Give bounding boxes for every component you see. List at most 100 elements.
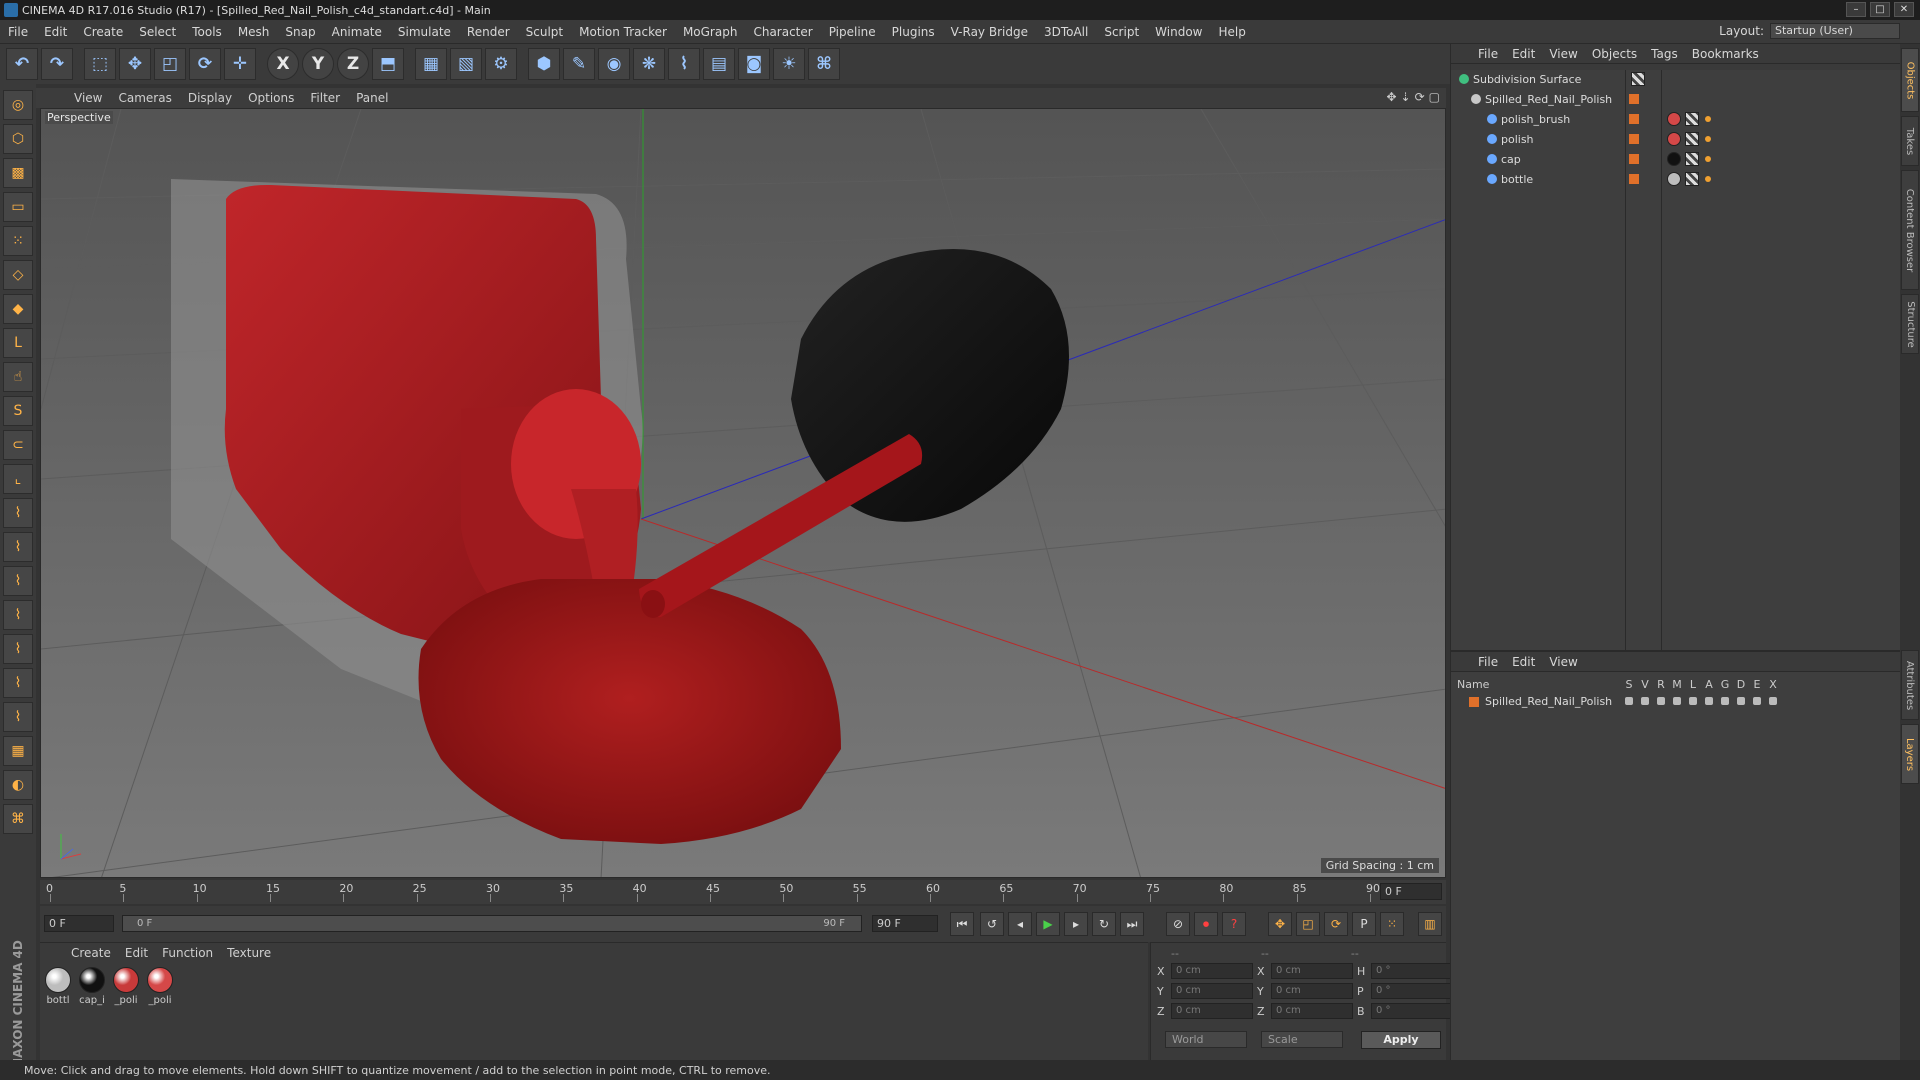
- layer-toggle-icon[interactable]: [1625, 697, 1633, 705]
- brush-tool-6-icon[interactable]: ⌇: [3, 668, 33, 698]
- object-menu-tags[interactable]: Tags: [1644, 47, 1685, 61]
- live-selection-icon[interactable]: ⬚: [84, 48, 116, 80]
- floor-scene-icon[interactable]: ▤: [703, 48, 735, 80]
- object-row[interactable]: cap: [1451, 150, 1901, 168]
- scale-tool-icon[interactable]: ◰: [154, 48, 186, 80]
- material-item[interactable]: _poli: [146, 967, 174, 1006]
- brush-tool-5-icon[interactable]: ⌇: [3, 634, 33, 664]
- render-view-icon[interactable]: ▦: [415, 48, 447, 80]
- menu-character[interactable]: Character: [745, 25, 820, 39]
- layer-menu-view[interactable]: View: [1542, 655, 1584, 669]
- coordinate-system-icon[interactable]: ⬒: [372, 48, 404, 80]
- layer-color-icon[interactable]: [1629, 134, 1639, 144]
- coords-value-field[interactable]: 0 cm: [1271, 1003, 1353, 1019]
- coords-value-field[interactable]: 0 cm: [1271, 963, 1353, 979]
- side-tab-structure[interactable]: Structure: [1901, 294, 1919, 354]
- menu-script[interactable]: Script: [1096, 25, 1147, 39]
- close-icon[interactable]: ✕: [1894, 2, 1914, 17]
- rotate-tool-icon[interactable]: ⟳: [189, 48, 221, 80]
- menu-mesh[interactable]: Mesh: [230, 25, 278, 39]
- phong-tag-icon[interactable]: [1705, 156, 1711, 162]
- menu-edit[interactable]: Edit: [36, 25, 75, 39]
- pan-icon[interactable]: ✥: [1386, 90, 1396, 104]
- material-item[interactable]: _poli: [112, 967, 140, 1006]
- max-frame-field[interactable]: 90 F: [872, 915, 938, 932]
- x-axis-lock-button[interactable]: X: [267, 48, 299, 80]
- layer-color-icon[interactable]: [1629, 114, 1639, 124]
- texture-tag-icon[interactable]: [1685, 112, 1699, 126]
- material-item[interactable]: cap_i: [78, 967, 106, 1006]
- menu-render[interactable]: Render: [459, 25, 518, 39]
- coords-value-field[interactable]: 0 cm: [1171, 983, 1253, 999]
- layer-toggle-icon[interactable]: [1689, 697, 1697, 705]
- menu-help[interactable]: Help: [1210, 25, 1253, 39]
- layer-menu-file[interactable]: File: [1471, 655, 1505, 669]
- brush-tool-3-icon[interactable]: ⌇: [3, 566, 33, 596]
- menu-sculpt[interactable]: Sculpt: [518, 25, 571, 39]
- material-tag-icon[interactable]: [1667, 152, 1681, 166]
- viewport-camera-label[interactable]: Perspective: [45, 111, 113, 124]
- key-scale-icon[interactable]: ◰: [1296, 912, 1320, 936]
- brush-tool-2-icon[interactable]: ⌇: [3, 532, 33, 562]
- size-mode-dropdown[interactable]: Scale: [1261, 1031, 1343, 1048]
- current-frame-field[interactable]: 0 F: [1380, 883, 1442, 900]
- viewport-menu-display[interactable]: Display: [180, 91, 240, 105]
- coords-value-field[interactable]: 0 cm: [1171, 1003, 1253, 1019]
- object-menu-bookmarks[interactable]: Bookmarks: [1685, 47, 1766, 61]
- spline-pen-icon[interactable]: ✎: [563, 48, 595, 80]
- key-rotation-icon[interactable]: ⟳: [1324, 912, 1348, 936]
- render-settings-icon[interactable]: ⚙: [485, 48, 517, 80]
- layer-toggle-icon[interactable]: [1641, 697, 1649, 705]
- coords-value-field[interactable]: 0 °: [1371, 963, 1453, 979]
- z-axis-lock-button[interactable]: Z: [337, 48, 369, 80]
- layer-toggle-icon[interactable]: [1737, 697, 1745, 705]
- layer-color-swatch[interactable]: [1469, 697, 1479, 707]
- layer-color-icon[interactable]: [1629, 94, 1639, 104]
- material-tag-icon[interactable]: [1667, 132, 1681, 146]
- play-icon[interactable]: ▶: [1036, 912, 1060, 936]
- object-menu-edit[interactable]: Edit: [1505, 47, 1542, 61]
- grid-snap-icon[interactable]: ▦: [3, 736, 33, 766]
- apply-button[interactable]: Apply: [1361, 1031, 1441, 1049]
- side-tab-takes[interactable]: Takes: [1901, 116, 1919, 166]
- material-tag-icon[interactable]: [1667, 112, 1681, 126]
- layer-toggle-icon[interactable]: [1721, 697, 1729, 705]
- render-picture-viewer-icon[interactable]: ▧: [450, 48, 482, 80]
- light-icon[interactable]: ☀: [773, 48, 805, 80]
- next-frame-icon[interactable]: ▸: [1064, 912, 1088, 936]
- points-mode-icon[interactable]: ⁙: [3, 226, 33, 256]
- min-frame-field[interactable]: 0 F: [44, 915, 114, 932]
- object-menu-objects[interactable]: Objects: [1585, 47, 1644, 61]
- undo-icon[interactable]: ↶: [6, 48, 38, 80]
- keyframe-selection-icon[interactable]: ?: [1222, 912, 1246, 936]
- brush-tool-4-icon[interactable]: ⌇: [3, 600, 33, 630]
- layer-color-icon[interactable]: [1629, 174, 1639, 184]
- menu-plugins[interactable]: Plugins: [884, 25, 943, 39]
- snap-icon[interactable]: ⌞: [3, 464, 33, 494]
- menu-pipeline[interactable]: Pipeline: [821, 25, 884, 39]
- texture-mode-icon[interactable]: ▩: [3, 158, 33, 188]
- layer-toggle-icon[interactable]: [1753, 697, 1761, 705]
- maximize-view-icon[interactable]: ▢: [1429, 90, 1440, 104]
- viewport-menu-view[interactable]: View: [66, 91, 110, 105]
- phong-tag-icon[interactable]: [1705, 176, 1711, 182]
- material-item[interactable]: bottl: [44, 967, 72, 1006]
- object-menu-view[interactable]: View: [1542, 47, 1584, 61]
- viewport-menu-cameras[interactable]: Cameras: [110, 91, 179, 105]
- solo-mode-icon[interactable]: S: [3, 396, 33, 426]
- menu-v-ray-bridge[interactable]: V-Ray Bridge: [943, 25, 1036, 39]
- object-row[interactable]: Spilled_Red_Nail_Polish: [1451, 90, 1901, 108]
- layer-menu-edit[interactable]: Edit: [1505, 655, 1542, 669]
- viewport-menu-filter[interactable]: Filter: [302, 91, 348, 105]
- object-row[interactable]: bottle: [1451, 170, 1901, 188]
- menu-simulate[interactable]: Simulate: [390, 25, 459, 39]
- dolly-icon[interactable]: ⇣: [1401, 90, 1411, 104]
- material-menu-function[interactable]: Function: [155, 946, 220, 960]
- material-menu-texture[interactable]: Texture: [220, 946, 278, 960]
- coords-value-field[interactable]: 0 cm: [1171, 963, 1253, 979]
- side-tab-objects[interactable]: Objects: [1901, 48, 1919, 112]
- menu-snap[interactable]: Snap: [277, 25, 323, 39]
- layout-dropdown[interactable]: Startup (User): [1770, 23, 1900, 39]
- material-menu-edit[interactable]: Edit: [118, 946, 155, 960]
- polygons-mode-icon[interactable]: ◆: [3, 294, 33, 324]
